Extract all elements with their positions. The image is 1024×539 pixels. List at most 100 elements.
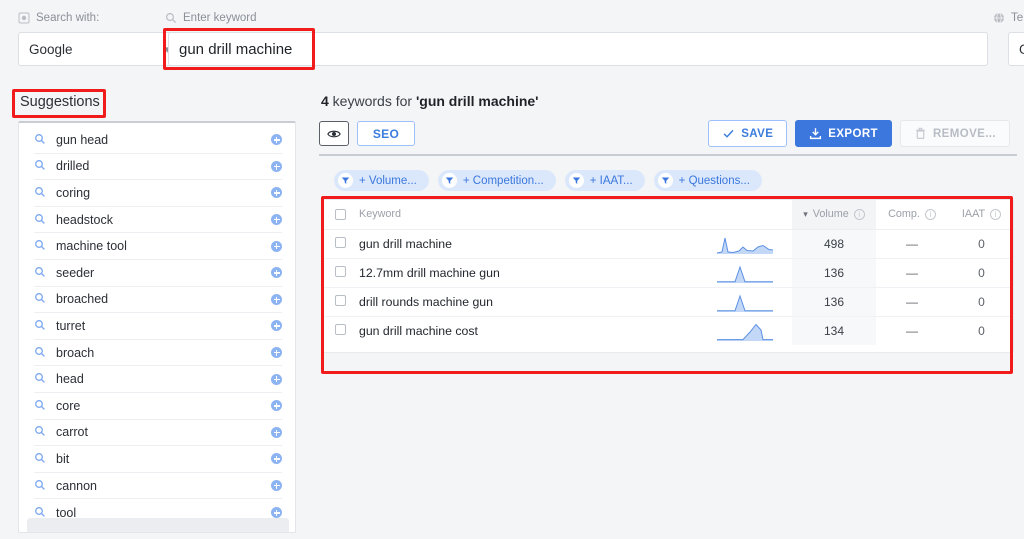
- keyword-cell: gun drill machine: [357, 229, 697, 259]
- filter-chip[interactable]: + IAAT...: [564, 170, 645, 191]
- trend-sparkline: [697, 229, 792, 259]
- suggestion-item[interactable]: gun head: [34, 127, 282, 154]
- keyword-cell: drill rounds machine gun: [357, 287, 697, 317]
- select-all-checkbox[interactable]: [334, 208, 346, 220]
- search-icon: [34, 213, 48, 227]
- add-suggestion-button[interactable]: [271, 160, 282, 172]
- volume-cell: 498: [792, 229, 876, 259]
- suggestion-item[interactable]: machine tool: [34, 233, 282, 260]
- add-suggestion-button[interactable]: [271, 187, 282, 199]
- row-checkbox[interactable]: [334, 294, 346, 306]
- suggestion-item[interactable]: headstock: [34, 207, 282, 234]
- download-icon: [809, 127, 822, 140]
- search-engine-select[interactable]: Google ▾: [18, 32, 181, 66]
- competition-cell: —: [876, 287, 948, 317]
- suggestions-scrollbar[interactable]: [27, 518, 289, 532]
- row-checkbox[interactable]: [334, 265, 346, 277]
- enter-keyword-text: Enter keyword: [183, 12, 257, 24]
- add-suggestion-button[interactable]: [271, 267, 282, 279]
- suggestion-item[interactable]: turret: [34, 313, 282, 340]
- add-suggestion-button[interactable]: [271, 293, 282, 305]
- suggestion-label: turret: [56, 318, 86, 333]
- export-button-label: EXPORT: [828, 127, 878, 140]
- table-row[interactable]: 12.7mm drill machine gun 136—0: [323, 258, 1015, 288]
- suggestion-item[interactable]: drilled: [34, 154, 282, 181]
- table-row[interactable]: drill rounds machine gun 136—0: [323, 287, 1015, 317]
- keyword-input[interactable]: gun drill machine: [168, 32, 988, 66]
- engine-icon: [18, 12, 30, 24]
- add-suggestion-button[interactable]: [271, 134, 282, 146]
- table-body: gun drill machine 498—0 12.7mm drill machi…: [323, 229, 1015, 345]
- row-select-cell[interactable]: [323, 258, 357, 288]
- add-suggestion-button[interactable]: [271, 400, 282, 412]
- suggestion-label: broached: [56, 292, 109, 307]
- search-icon: [34, 239, 48, 253]
- suggestion-label: broach: [56, 345, 95, 360]
- table-row[interactable]: gun drill machine 498—0: [323, 229, 1015, 259]
- add-suggestion-button[interactable]: [271, 214, 282, 226]
- suggestion-item[interactable]: coring: [34, 180, 282, 207]
- search-icon: [34, 186, 48, 200]
- suggestion-item[interactable]: seeder: [34, 260, 282, 287]
- remove-button-label: REMOVE...: [932, 127, 996, 140]
- enter-keyword-label: Enter keyword: [165, 12, 257, 24]
- preview-button[interactable]: [319, 121, 349, 146]
- add-suggestion-button[interactable]: [271, 480, 282, 492]
- column-header-iaat[interactable]: IAAT i: [948, 200, 1015, 230]
- add-suggestion-button[interactable]: [271, 426, 282, 438]
- add-suggestion-button[interactable]: [271, 453, 282, 465]
- suggestion-item[interactable]: bit: [34, 446, 282, 473]
- info-icon[interactable]: i: [853, 208, 865, 220]
- remove-button[interactable]: REMOVE...: [899, 120, 1010, 147]
- add-suggestion-button[interactable]: [271, 347, 282, 359]
- suggestion-label: core: [56, 398, 81, 413]
- export-button[interactable]: EXPORT: [795, 120, 892, 147]
- filter-chip[interactable]: + Competition...: [437, 170, 556, 191]
- info-icon[interactable]: i: [924, 208, 936, 220]
- column-header-comp[interactable]: Comp. i: [876, 200, 948, 230]
- add-suggestion-button[interactable]: [271, 320, 282, 332]
- add-suggestion-button[interactable]: [271, 507, 282, 519]
- column-header-volume[interactable]: ▾ Volume i: [792, 200, 876, 230]
- row-checkbox[interactable]: [334, 236, 346, 248]
- save-button[interactable]: SAVE: [708, 120, 788, 147]
- suggestion-item[interactable]: core: [34, 393, 282, 420]
- trend-sparkline: [697, 258, 792, 288]
- keyword-cell: 12.7mm drill machine gun: [357, 258, 697, 288]
- suggestion-item[interactable]: broach: [34, 340, 282, 367]
- add-suggestion-button[interactable]: [271, 373, 282, 385]
- suggestion-label: bit: [56, 451, 70, 466]
- column-header-trend: [697, 200, 792, 230]
- row-checkbox[interactable]: [334, 323, 346, 335]
- app-root: Search with: Enter keyword Te Google ▾: [0, 0, 1024, 539]
- column-header-keyword[interactable]: Keyword: [357, 200, 697, 230]
- result-count: 4: [321, 93, 329, 109]
- trend-sparkline: [697, 316, 792, 345]
- top-bar: Search with: Enter keyword Te Google ▾: [0, 0, 1024, 72]
- volume-cell: 136: [792, 258, 876, 288]
- filter-chip[interactable]: + Volume...: [334, 170, 429, 191]
- row-select-cell[interactable]: [323, 229, 357, 259]
- suggestion-item[interactable]: cannon: [34, 473, 282, 500]
- keyword-cell: gun drill machine cost: [359, 323, 478, 338]
- suggestion-label: head: [56, 372, 84, 387]
- page-title: 4 keywords for 'gun drill machine': [321, 93, 539, 109]
- row-select-cell[interactable]: [323, 316, 357, 345]
- competition-cell: —: [906, 323, 918, 338]
- suggestion-item[interactable]: broached: [34, 287, 282, 314]
- geo-select[interactable]: Glo: [1008, 32, 1024, 66]
- filter-chip-group: + Volume... + Competition... + IAAT... + Qu…: [334, 170, 762, 191]
- add-suggestion-button[interactable]: [271, 240, 282, 252]
- tab-seo[interactable]: SEO: [357, 121, 415, 146]
- suggestion-label: gun head: [56, 132, 109, 147]
- info-icon[interactable]: i: [990, 208, 1002, 220]
- table-row[interactable]: gun drill machine cost 134 — 0: [323, 316, 1015, 345]
- filter-chip[interactable]: + Questions...: [653, 170, 762, 191]
- suggestion-item[interactable]: carrot: [34, 420, 282, 447]
- suggestion-label: carrot: [56, 425, 88, 440]
- row-select-cell[interactable]: [323, 287, 357, 317]
- search-engine-value: Google: [29, 41, 73, 57]
- funnel-icon: [657, 173, 673, 188]
- select-all-header[interactable]: [323, 200, 357, 230]
- suggestion-item[interactable]: head: [34, 366, 282, 393]
